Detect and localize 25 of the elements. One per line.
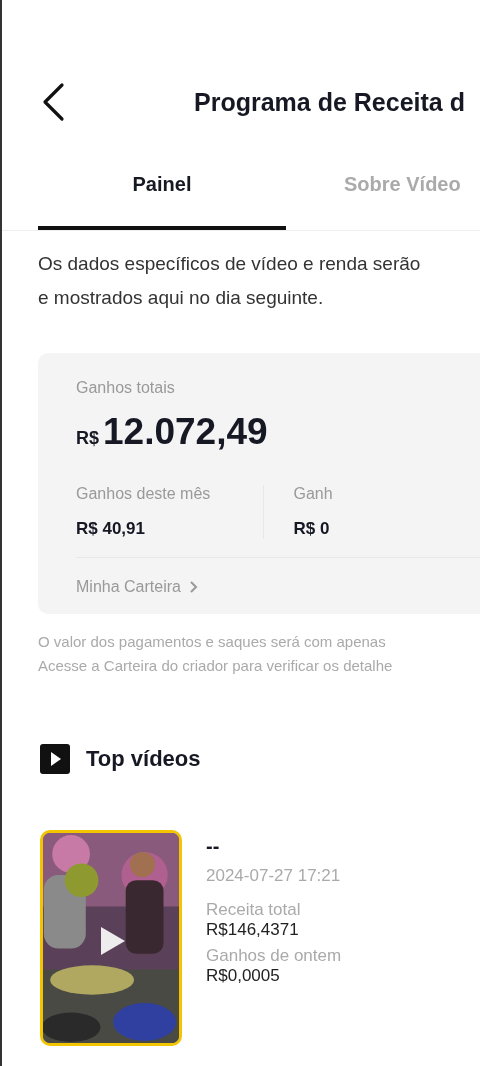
currency-symbol: R$ bbox=[76, 428, 99, 449]
wallet-link[interactable]: Minha Carteira bbox=[76, 578, 199, 596]
stat-label: Ganh bbox=[293, 485, 334, 503]
tab[interactable]: Sobre Vídeo bbox=[286, 142, 461, 230]
metric-value: R$0,0005 bbox=[206, 966, 281, 986]
metric-label: Ganhos de ontem bbox=[206, 946, 342, 966]
notice-text: Os dados específicos de vídeo e renda serão bbox=[38, 252, 422, 276]
stat-label: Ganhos deste mês bbox=[76, 485, 212, 503]
page-title: Programa de Receita d bbox=[194, 87, 465, 117]
video-date: 2024-07-27 17:21 bbox=[206, 866, 342, 886]
video-icon bbox=[40, 744, 70, 774]
notice-text: e mostrados aqui no dia seguinte. bbox=[38, 286, 325, 310]
tab[interactable]: Painel bbox=[38, 142, 286, 230]
metric-label: Receita total bbox=[206, 900, 302, 920]
stat-value: R$ 40,91 bbox=[76, 519, 146, 539]
metric-value: R$146,4371 bbox=[206, 920, 300, 940]
footnote-text: Acesse a Carteira do criador para verificar os detalhe bbox=[38, 656, 394, 676]
section-title: Top vídeos bbox=[86, 746, 201, 772]
video-title: -- bbox=[206, 834, 221, 859]
total-earnings-value: 12.072,49 bbox=[103, 411, 268, 453]
total-earnings-label: Ganhos totais bbox=[76, 379, 176, 397]
stat-value: R$ 0 bbox=[293, 519, 331, 539]
footnote-text: O valor dos pagamentos e saques será com apenas bbox=[38, 632, 387, 652]
chevron-right-icon bbox=[188, 580, 199, 594]
play-icon bbox=[99, 925, 127, 957]
